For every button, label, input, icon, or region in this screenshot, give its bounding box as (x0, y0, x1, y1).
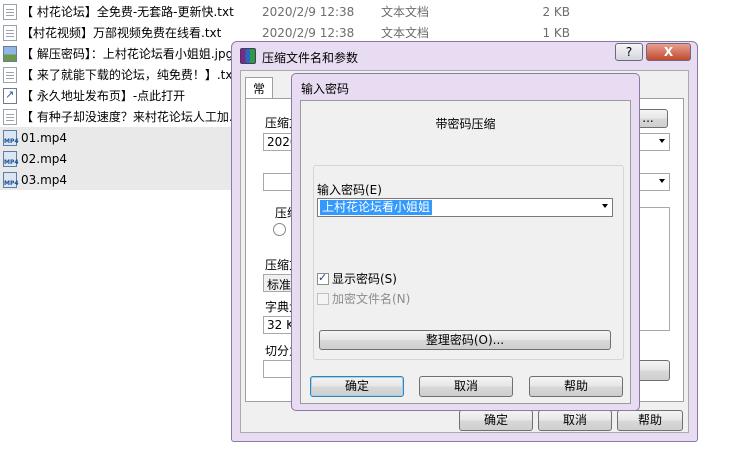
file-size: 1 KB (542, 25, 570, 40)
show-password-checkbox[interactable] (317, 271, 329, 285)
outer-help-button[interactable]: 帮助 (617, 410, 683, 431)
file-row[interactable]: 【村花视频】万部视频免费在线看.txt 2020/2/9 12:38 文本文档 1 K… (0, 22, 731, 43)
file-name: 【 有种子却没速度？来村花论坛人工加.. (21, 110, 237, 124)
file-type: 文本文档 (381, 26, 430, 40)
jpg-file-icon (3, 45, 17, 62)
dialog-title: 压缩文件名和参数 (262, 51, 359, 65)
archive-options-group (638, 207, 670, 331)
password-label: 输入密码(E) (317, 183, 382, 197)
file-name: 【 永久地址发布页】-点此打开 (21, 89, 186, 103)
file-name: 【村花视频】万部视频免费在线看.txt (21, 26, 222, 40)
encrypt-names-checkbox-row[interactable]: 加密文件名(N) (317, 290, 410, 307)
title-close-button[interactable]: X (646, 43, 691, 61)
chevron-down-icon (659, 179, 665, 183)
encrypt-names-label: 加密文件名(N) (332, 292, 411, 306)
chevron-down-icon (659, 139, 665, 143)
file-row[interactable]: 【 村花论坛】全免费-无套路-更新快.txt 2020/2/9 12:38 文本文档… (0, 1, 731, 22)
winrar-icon (240, 48, 256, 64)
mp4-file-icon (3, 129, 19, 146)
password-help-button[interactable]: 帮助 (529, 376, 623, 397)
format-radio[interactable] (273, 223, 286, 236)
password-dialog-title: 输入密码 (301, 82, 350, 96)
txt-file-icon (3, 24, 17, 41)
show-password-checkbox-row[interactable]: 显示密码(S) (317, 270, 397, 287)
password-dialog-body: 带密码压缩 输入密码(E) 上村花论坛看小姐姐 显示密码(S) 加密文件名(N)… (300, 100, 631, 404)
file-name: 【 来了就能下载的论坛，纯免费！】.txt (21, 68, 238, 82)
file-date: 2020/2/9 12:38 (262, 25, 355, 40)
file-size: 2 KB (542, 4, 570, 19)
organize-passwords-button[interactable]: 整理密码(O)... (319, 330, 611, 350)
lnk-file-icon (3, 87, 17, 104)
txt-file-icon (3, 3, 17, 20)
file-type: 文本文档 (381, 5, 430, 19)
file-date: 2020/2/9 12:38 (262, 4, 355, 19)
show-password-label: 显示密码(S) (332, 272, 397, 286)
password-ok-button[interactable]: 确定 (310, 376, 404, 397)
file-name: 【 村花论坛】全免费-无套路-更新快.txt (21, 5, 234, 19)
title-help-button[interactable]: ? (615, 43, 643, 61)
file-name: 01.mp4 (21, 130, 68, 145)
enter-password-dialog: 输入密码 带密码压缩 输入密码(E) 上村花论坛看小姐姐 显示密码(S) 加密文… (291, 73, 640, 411)
mp4-file-icon (3, 171, 19, 188)
compression-method-value: 标准 (267, 278, 292, 292)
mp4-file-icon (3, 150, 19, 167)
password-cancel-button[interactable]: 取消 (419, 376, 513, 397)
password-input[interactable]: 上村花论坛看小姐姐 (317, 198, 613, 217)
outer-ok-button[interactable]: 确定 (459, 410, 533, 431)
archive-name-dropdown[interactable] (636, 133, 670, 151)
file-name: 02.mp4 (21, 151, 68, 166)
tab-general[interactable]: 常规 (245, 77, 274, 118)
file-name: 【 解压密码】：上村花论坛看小姐姐.jpg (21, 47, 234, 61)
password-heading: 带密码压缩 (435, 117, 496, 131)
txt-file-icon (3, 66, 17, 83)
dictionary-size-value: 32 K (267, 318, 294, 332)
update-mode-dropdown[interactable] (636, 173, 670, 191)
outer-cancel-button[interactable]: 取消 (538, 410, 612, 431)
password-value: 上村花论坛看小姐姐 (320, 200, 433, 215)
chevron-down-icon[interactable] (602, 204, 608, 208)
txt-file-icon (3, 108, 17, 125)
file-name: 03.mp4 (21, 172, 68, 187)
encrypt-names-checkbox[interactable] (317, 292, 329, 305)
